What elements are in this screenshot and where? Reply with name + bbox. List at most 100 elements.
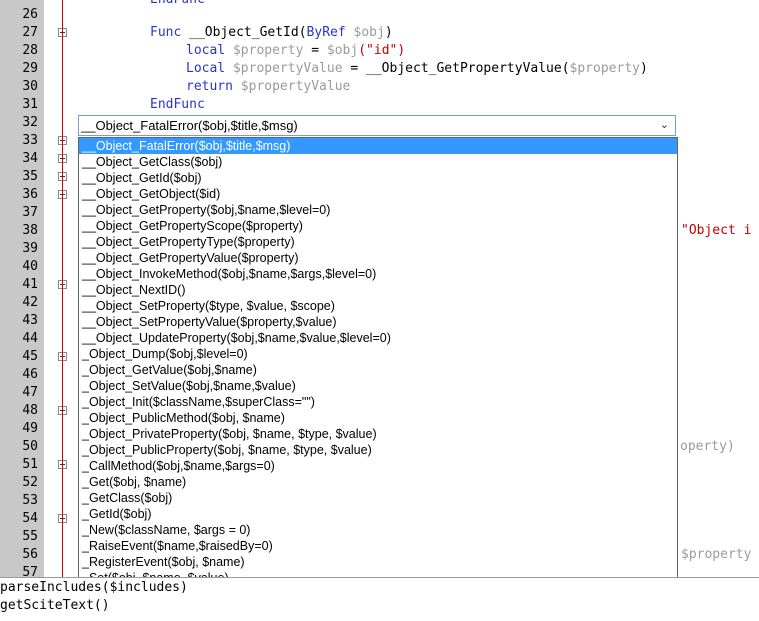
autocomplete-item[interactable]: _CallMethod($obj,$name,$args=0) [79, 458, 677, 474]
code-fragment-38: "Object i [681, 223, 752, 238]
code-line-29: Local $propertyValue = __Object_GetPrope… [186, 60, 648, 78]
code-line-26: EndFunc [150, 0, 205, 9]
line-number: 40 [22, 259, 38, 274]
line-number: 34 [22, 151, 38, 166]
autocomplete-item-selected[interactable]: __Object_FatalError($obj,$title,$msg) [79, 138, 677, 154]
line-number: 54 [22, 511, 38, 526]
autocomplete-item[interactable]: _Object_SetValue($obj,$name,$value) [79, 378, 677, 394]
line-number: 50 [22, 439, 38, 454]
paren: ) [639, 61, 648, 76]
autocomplete-item[interactable]: __Object_GetClass($obj) [79, 154, 677, 170]
line-number: 48 [22, 403, 38, 418]
variable: $property [225, 43, 304, 58]
autocomplete-item[interactable]: _RegisterEvent($obj, $name) [79, 554, 677, 570]
code-fragment-56: $property [681, 547, 752, 562]
autocomplete-item[interactable]: __Object_GetProperty($obj,$name,$level=0… [79, 202, 677, 218]
line-number: 45 [22, 349, 38, 364]
line-number: 38 [22, 223, 38, 238]
function-name: __Object_GetPropertyValue( [366, 61, 570, 76]
keyword: EndFunc [150, 97, 205, 112]
combo-value: __Object_FatalError($obj,$title,$msg) [81, 118, 298, 133]
variable: $obj [326, 43, 359, 58]
autocomplete-item[interactable]: _Object_PublicMethod($obj, $name) [79, 410, 677, 426]
autocomplete-item[interactable]: __Object_NextID() [79, 282, 677, 298]
autocomplete-item[interactable]: _Get($obj, $name) [79, 474, 677, 490]
line-number: 42 [22, 295, 38, 310]
autocomplete-item[interactable]: _New($className, $args = 0) [79, 522, 677, 538]
line-number: 35 [22, 169, 38, 184]
variable: $property [569, 61, 640, 76]
code-line-27: Func __Object_GetId(ByRef $obj) [150, 24, 393, 42]
line-number: 31 [22, 97, 38, 112]
autocomplete-item[interactable]: _RaiseEvent($name,$raisedBy=0) [79, 538, 677, 554]
keyword: Local [186, 61, 226, 76]
paren: ( [358, 43, 367, 58]
line-number: 51 [22, 457, 38, 472]
paren: ) [397, 43, 406, 58]
autocomplete-item[interactable]: _GetId($obj) [79, 506, 677, 522]
autocomplete-item[interactable]: __Object_GetPropertyType($property) [79, 234, 677, 250]
autocomplete-item[interactable]: __Object_SetProperty($type, $value, $sco… [79, 298, 677, 314]
autocomplete-list[interactable]: __Object_FatalError($obj,$title,$msg) __O… [78, 137, 678, 577]
line-number: 26 [22, 7, 38, 22]
line-number: 53 [22, 493, 38, 508]
code-fragment-50: operty) [680, 439, 735, 454]
line-number: 27 [22, 25, 38, 40]
variable: $obj [345, 25, 385, 40]
output-line-1: parseIncludes($includes) [0, 580, 188, 595]
variable: $propertyValue [232, 79, 351, 94]
autocomplete-item[interactable]: _GetClass($obj) [79, 490, 677, 506]
line-number: 41 [22, 277, 38, 292]
operator: = [303, 43, 327, 58]
autocomplete-item[interactable]: _Object_PublicProperty($obj, $name, $typ… [79, 442, 677, 458]
autocomplete-item[interactable]: __Object_SetPropertyValue($property,$val… [79, 314, 677, 330]
keyword: local [186, 43, 226, 58]
autocomplete-item[interactable]: _Object_Init($className,$superClass="") [79, 394, 677, 410]
line-number: 39 [22, 241, 38, 256]
autocomplete-item[interactable]: _Object_PrivateProperty($obj, $name, $ty… [79, 426, 677, 442]
operator: = [342, 61, 367, 76]
autocomplete-item[interactable]: __Object_GetObject($id) [79, 186, 677, 202]
line-number: 55 [22, 529, 38, 544]
keyword: return [186, 79, 233, 94]
output-line-2: getSciteText() [0, 598, 110, 613]
line-number: 28 [22, 43, 38, 58]
code-line-31: EndFunc [150, 96, 205, 114]
autocomplete-item[interactable]: __Object_InvokeMethod($obj,$name,$args,$… [79, 266, 677, 282]
paren: ) [384, 25, 393, 40]
autocomplete-item[interactable]: __Object_GetPropertyScope($property) [79, 218, 677, 234]
fold-margin [44, 0, 78, 577]
keyword: ByRef [306, 25, 346, 40]
line-number: 46 [22, 367, 38, 382]
line-number: 32 [22, 115, 38, 130]
function-combo-box[interactable]: __Object_FatalError($obj,$title,$msg) ⌄ [78, 115, 676, 136]
function-name: __Object_GetId( [181, 25, 307, 40]
string-literal: "id" [366, 43, 398, 58]
line-number-gutter: 26 27 28 29 30 31 32 33 34 35 36 37 38 39 40 41 42 43 44 45… [0, 0, 44, 577]
code-line-28: local $property = $obj("id") [186, 42, 405, 60]
code-line-30: return $propertyValue [186, 78, 350, 96]
fold-guide-line [62, 0, 63, 577]
line-number: 30 [22, 79, 38, 94]
code-editor[interactable]: 26 27 28 29 30 31 32 33 34 35 36 37 38 39 40 41 42 43 44 45… [0, 0, 759, 577]
line-number: 36 [22, 187, 38, 202]
line-number: 33 [22, 133, 38, 148]
output-pane[interactable]: parseIncludes($includes) getSciteText() [0, 577, 759, 621]
autocomplete-item[interactable]: _Object_Dump($obj,$level=0) [79, 346, 677, 362]
variable: $propertyValue [225, 61, 343, 76]
line-number: 52 [22, 475, 38, 490]
autocomplete-item[interactable]: _Object_GetValue($obj,$name) [79, 362, 677, 378]
line-number: 29 [22, 61, 38, 76]
line-number: 56 [22, 547, 38, 562]
line-number: 47 [22, 385, 38, 400]
keyword: Func [150, 25, 182, 40]
line-number: 37 [22, 205, 38, 220]
autocomplete-item[interactable]: __Object_GetId($obj) [79, 170, 677, 186]
autocomplete-item[interactable]: _Set($obj, $name, $value) [79, 570, 677, 577]
autocomplete-item[interactable]: __Object_GetPropertyValue($property) [79, 250, 677, 266]
line-number: 44 [22, 331, 38, 346]
chevron-down-icon[interactable]: ⌄ [660, 116, 669, 135]
line-number: 43 [22, 313, 38, 328]
line-number: 57 [22, 565, 38, 577]
autocomplete-item[interactable]: __Object_UpdateProperty($obj,$name,$valu… [79, 330, 677, 346]
